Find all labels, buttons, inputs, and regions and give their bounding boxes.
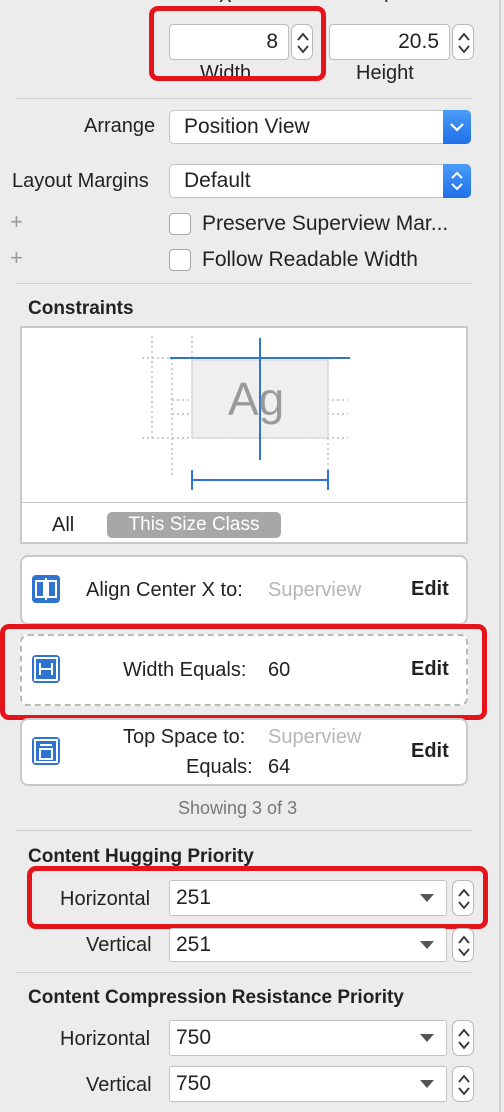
filter-this-size-class[interactable]: This Size Class [107,512,281,538]
hugging-title: Content Hugging Priority [28,846,254,867]
hugging-highlight [27,866,488,929]
chevron-down-icon [450,123,464,132]
compression-title: Content Compression Resistance Priority [28,987,404,1008]
filter-bar [22,502,466,503]
constraint-label-2: Equals: [186,756,253,778]
constraint-label: Align Center X to: [86,579,243,601]
up-down-chevron-icon [451,171,463,191]
compression-vertical-value: 750 [176,1072,212,1095]
arrange-label: Arrange [84,115,156,137]
constraint-item[interactable]: Top Space to: Superview Equals: 64 Edit [20,718,468,786]
layout-margins-label: Layout Margins [12,170,149,192]
showing-count: Showing 3 of 3 [178,798,298,818]
divider [16,98,472,99]
edit-button[interactable]: Edit [411,578,449,601]
hugging-vertical-label: Vertical [86,934,152,956]
hugging-vertical-stepper[interactable] [452,928,474,962]
arrange-value: Position View [184,115,310,138]
compression-vertical-label: Vertical [86,1074,152,1096]
stepper-arrows-icon [458,32,470,54]
divider [16,830,472,831]
popup-button[interactable] [443,110,471,144]
constraints-preview: Ag All This Size Class [20,326,468,544]
align-center-x-icon [32,575,60,603]
dropdown-arrow-icon[interactable] [420,1080,434,1088]
height-value: 20.5 [398,30,439,53]
compression-horizontal-combo[interactable]: 750 [169,1020,447,1056]
compression-horizontal-value: 750 [176,1026,212,1049]
follow-readable-checkbox[interactable] [169,249,191,271]
compression-vertical-combo[interactable]: 750 [169,1066,447,1102]
stepper-arrows-icon [458,935,470,957]
dropdown-arrow-icon[interactable] [420,1034,434,1042]
width-highlight [149,6,326,81]
compression-horizontal-stepper[interactable] [452,1020,474,1056]
popup-button[interactable] [443,164,471,198]
edit-button[interactable]: Edit [411,740,449,763]
constraint-target: Superview [268,579,362,601]
divider [16,972,472,973]
stepper-arrows-icon [458,1028,470,1050]
plus-icon[interactable]: + [10,209,23,235]
width-constraint-highlight [0,624,487,720]
dropdown-arrow-icon[interactable] [420,941,434,949]
top-space-icon [32,737,60,765]
hugging-vertical-value: 251 [176,933,212,956]
height-label: Height [356,62,414,84]
layout-margins-value: Default [184,169,251,192]
preserve-superview-label: Preserve Superview Mar... [202,212,449,235]
layout-margins-popup[interactable]: Default [169,164,471,198]
constraints-title: Constraints [28,298,134,319]
plus-icon[interactable]: + [10,245,23,271]
constraint-target: Superview [268,726,362,748]
divider [16,283,472,284]
constraint-item[interactable]: Align Center X to: Superview Edit [20,555,468,625]
follow-readable-label: Follow Readable Width [202,248,418,271]
compression-vertical-stepper[interactable] [452,1066,474,1102]
constraint-label: Top Space to: [123,726,246,748]
height-stepper[interactable] [452,24,474,60]
compression-horizontal-label: Horizontal [60,1028,151,1050]
filter-all[interactable]: All [52,514,74,537]
height-field[interactable]: 20.5 [329,24,450,60]
stepper-arrows-icon [458,1074,470,1096]
constraint-value: 64 [268,756,291,778]
preview-text: Ag [228,373,285,425]
preserve-superview-checkbox[interactable] [169,213,191,235]
y-label: Y [380,0,393,8]
hugging-vertical-combo[interactable]: 251 [169,928,447,962]
panel-edge [499,0,501,1112]
arrange-popup[interactable]: Position View [169,110,471,144]
